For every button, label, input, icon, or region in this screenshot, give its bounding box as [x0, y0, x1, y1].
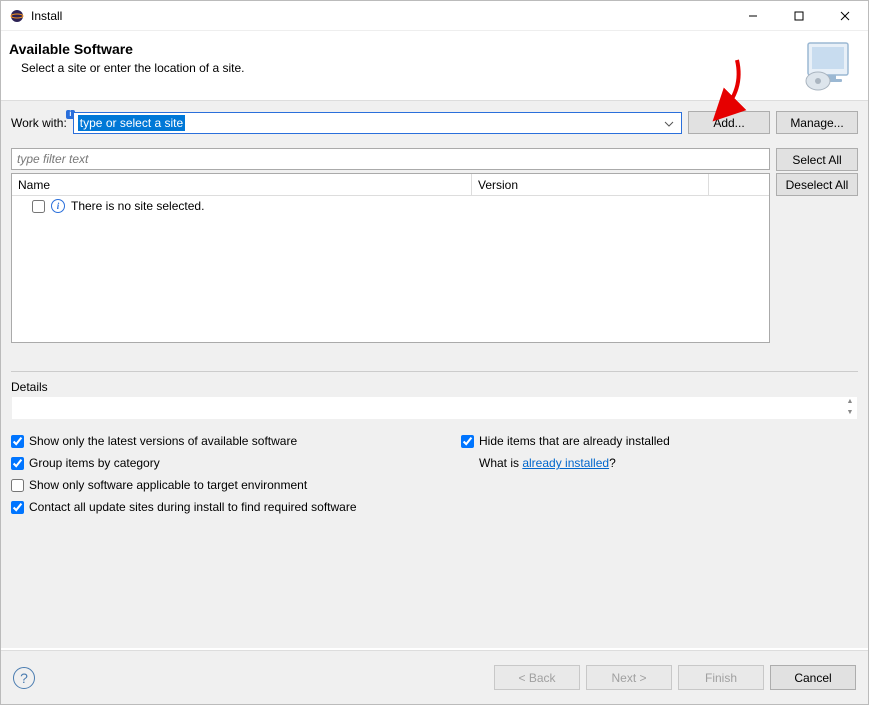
col-version-header[interactable]: Version	[472, 174, 709, 195]
window-title: Install	[31, 9, 62, 23]
tree-empty-text: There is no site selected.	[71, 199, 204, 213]
software-tree[interactable]: Name Version i There is no site selected…	[11, 173, 770, 343]
banner-heading: Available Software	[9, 41, 852, 57]
tree-item-checkbox[interactable]	[32, 200, 45, 213]
wizard-banner: Available Software Select a site or ente…	[1, 31, 868, 101]
help-icon[interactable]: ?	[13, 667, 35, 689]
details-box[interactable]: ▲▼	[11, 396, 858, 420]
show-latest-checkbox[interactable]: Show only the latest versions of availab…	[11, 434, 461, 448]
filter-input[interactable]	[11, 148, 770, 170]
footer: ? < Back Next > Finish Cancel	[1, 650, 868, 704]
show-applicable-checkbox[interactable]: Show only software applicable to target …	[11, 478, 461, 492]
col-name-header[interactable]: Name	[12, 174, 472, 195]
workwith-value: type or select a site	[78, 115, 185, 131]
tree-empty-row: i There is no site selected.	[12, 196, 769, 216]
workwith-label: Work with: i	[11, 116, 67, 130]
install-banner-icon	[800, 37, 856, 93]
workwith-combo[interactable]: type or select a site	[73, 112, 682, 134]
back-button[interactable]: < Back	[494, 665, 580, 690]
group-by-category-checkbox[interactable]: Group items by category	[11, 456, 461, 470]
next-button[interactable]: Next >	[586, 665, 672, 690]
separator	[11, 371, 858, 372]
minimize-button[interactable]	[730, 1, 776, 30]
manage-button[interactable]: Manage...	[776, 111, 858, 134]
deselect-all-button[interactable]: Deselect All	[776, 173, 858, 196]
eclipse-icon	[9, 8, 25, 24]
cancel-button[interactable]: Cancel	[770, 665, 856, 690]
details-label: Details	[11, 380, 858, 394]
close-button[interactable]	[822, 1, 868, 30]
select-all-button[interactable]: Select All	[776, 148, 858, 171]
banner-subtitle: Select a site or enter the location of a…	[9, 61, 852, 75]
body-area: Work with: i type or select a site Add..…	[1, 101, 868, 648]
finish-button[interactable]: Finish	[678, 665, 764, 690]
maximize-button[interactable]	[776, 1, 822, 30]
titlebar: Install	[1, 1, 868, 31]
add-button[interactable]: Add...	[688, 111, 770, 134]
chevron-down-icon[interactable]	[661, 116, 677, 130]
info-icon: i	[51, 199, 65, 213]
tree-header: Name Version	[12, 174, 769, 196]
already-installed-link[interactable]: already installed	[522, 456, 609, 470]
hide-installed-checkbox[interactable]: Hide items that are already installed	[461, 434, 858, 448]
details-scrollbar[interactable]: ▲▼	[843, 397, 857, 419]
contact-all-sites-checkbox[interactable]: Contact all update sites during install …	[11, 500, 461, 514]
already-installed-text: What is already installed?	[461, 456, 858, 470]
